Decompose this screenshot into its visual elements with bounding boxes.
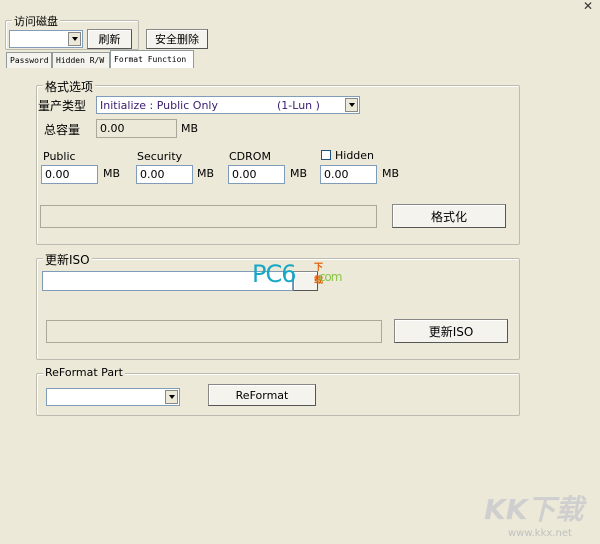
safe-delete-button[interactable]: 安全删除 [146,29,208,49]
public-unit: MB [103,167,121,180]
iso-progress-bar [46,320,382,343]
security-unit: MB [197,167,215,180]
production-type-label: 量产类型 [38,99,87,113]
total-capacity-unit: MB [181,122,199,135]
tab-password[interactable]: Password [6,52,52,68]
kk-watermark-logo: KK下载 [484,493,584,526]
hidden-label: Hidden [335,149,375,162]
reformat-title: ReFormat Part [43,366,125,379]
production-type-value: Initialize : Public Only [100,99,218,112]
chevron-down-icon [165,390,178,404]
update-iso-title: 更新ISO [43,251,92,268]
hidden-checkbox[interactable] [321,150,331,160]
format-button[interactable]: 格式化 [392,204,506,228]
chevron-down-icon [68,32,81,46]
kk-watermark-url: www.kkx.net [508,528,572,539]
public-size-input[interactable]: 0.00 [41,165,98,184]
format-options-title: 格式选项 [43,78,96,95]
chevron-down-icon [345,98,358,112]
security-label: Security [137,150,183,163]
refresh-button[interactable]: 刷新 [87,29,132,49]
disk-access-title: 访问磁盘 [12,13,60,29]
reformat-select[interactable] [46,388,180,406]
production-type-lun: (1-Lun ) [277,99,320,112]
public-label: Public [43,150,76,163]
hidden-unit: MB [382,167,400,180]
cdrom-unit: MB [290,167,308,180]
pc6-watermark-logo: PC6 下载 .com [252,260,342,288]
cdrom-size-input[interactable]: 0.00 [228,165,285,184]
disk-select[interactable] [9,30,83,48]
tab-format-function[interactable]: Format Function [110,50,194,68]
reformat-button[interactable]: ReFormat [208,384,316,406]
tab-hidden-rw[interactable]: Hidden R/W [52,52,110,68]
format-progress-bar [40,205,377,228]
security-size-input[interactable]: 0.00 [136,165,193,184]
update-iso-button[interactable]: 更新ISO [394,319,508,343]
close-button[interactable]: ✕ [578,0,598,14]
total-capacity-field: 0.00 [96,119,177,138]
total-capacity-label: 总容量 [44,123,81,137]
cdrom-label: CDROM [229,150,271,163]
production-type-select[interactable]: Initialize : Public Only (1-Lun ) [96,96,360,114]
hidden-size-input[interactable]: 0.00 [320,165,377,184]
